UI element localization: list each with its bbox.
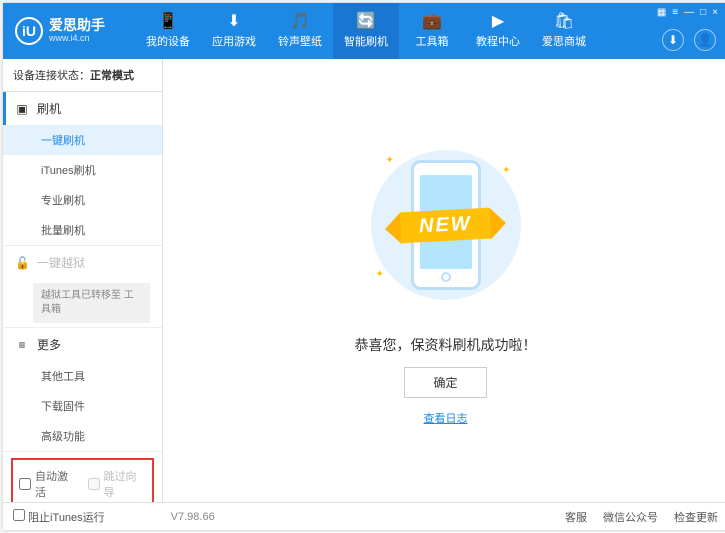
sidebar-item-advanced[interactable]: 高级功能 (3, 421, 162, 451)
skip-guide-checkbox[interactable]: 跳过向导 (88, 468, 147, 500)
app-logo: iU 爱思助手 www.i4.cn (15, 17, 105, 45)
nav-flash[interactable]: 🔄智能刷机 (333, 3, 399, 59)
user-button[interactable]: 👤 (694, 29, 716, 51)
version-label: V7.98.66 (171, 511, 215, 523)
refresh-icon: 🔄 (356, 14, 376, 30)
options-highlight-box: 自动激活 跳过向导 (11, 458, 154, 502)
app-url: www.i4.cn (49, 34, 105, 44)
success-message: 恭喜您，保资料刷机成功啦！ (355, 335, 537, 355)
new-ribbon: NEW (400, 207, 490, 243)
nav-my-device[interactable]: 📱我的设备 (135, 3, 201, 59)
store-icon: 🛍 (554, 14, 574, 30)
view-log-link[interactable]: 查看日志 (424, 410, 468, 426)
success-illustration: NEW ✦ ✦ ✦ (356, 135, 536, 315)
main-content: NEW ✦ ✦ ✦ 恭喜您，保资料刷机成功啦！ 确定 查看日志 (163, 59, 725, 502)
lock-icon: 🔓 (15, 256, 29, 270)
footer-update[interactable]: 检查更新 (674, 509, 718, 525)
play-icon: ▶ (492, 14, 504, 30)
jailbreak-note: 越狱工具已转移至 工具箱 (33, 283, 150, 323)
connection-status: 设备连接状态：正常模式 (3, 59, 162, 92)
footer: 阻止iTunes运行 V7.98.66 客服 微信公众号 检查更新 (3, 502, 725, 530)
confirm-button[interactable]: 确定 (404, 367, 486, 398)
sidebar-item-other[interactable]: 其他工具 (3, 361, 162, 391)
download-button[interactable]: ⬇ (662, 29, 684, 51)
sidebar-item-firmware[interactable]: 下载固件 (3, 391, 162, 421)
nav-tutorials[interactable]: ▶教程中心 (465, 3, 531, 59)
sidebar-item-oneclick[interactable]: 一键刷机 (3, 125, 162, 155)
nav-toolbox[interactable]: 💼工具箱 (399, 3, 465, 59)
sidebar-item-batch[interactable]: 批量刷机 (3, 215, 162, 245)
nav-ringtones[interactable]: 🎵铃声壁纸 (267, 3, 333, 59)
block-itunes-checkbox[interactable]: 阻止iTunes运行 (13, 509, 105, 525)
window-controls: ▦ ≡ — □ × (657, 7, 718, 18)
nav-apps[interactable]: ⬇应用游戏 (201, 3, 267, 59)
app-name: 爱思助手 (49, 18, 105, 33)
menu-icon: ≡ (15, 338, 29, 352)
titlebar: iU 爱思助手 www.i4.cn 📱我的设备 ⬇应用游戏 🎵铃声壁纸 🔄智能刷… (3, 3, 725, 59)
settings-button[interactable]: ≡ (672, 7, 678, 18)
sidebar-jailbreak-header[interactable]: 🔓 一键越狱 (3, 246, 162, 279)
sidebar-item-pro[interactable]: 专业刷机 (3, 185, 162, 215)
footer-support[interactable]: 客服 (565, 509, 587, 525)
close-button[interactable]: × (712, 7, 718, 18)
main-nav: 📱我的设备 ⬇应用游戏 🎵铃声壁纸 🔄智能刷机 💼工具箱 ▶教程中心 🛍爱思商城 (135, 3, 597, 59)
minimize-button[interactable]: — (684, 7, 694, 18)
music-icon: 🎵 (290, 14, 310, 30)
sidebar: 设备连接状态：正常模式 ▣ 刷机 一键刷机 iTunes刷机 专业刷机 批量刷机… (3, 59, 163, 502)
sidebar-flash-header[interactable]: ▣ 刷机 (3, 92, 162, 125)
auto-activate-checkbox[interactable]: 自动激活 (19, 468, 78, 500)
nav-store[interactable]: 🛍爱思商城 (531, 3, 597, 59)
toolbox-icon: 💼 (422, 14, 442, 30)
logo-icon: iU (15, 17, 43, 45)
maximize-button[interactable]: □ (700, 7, 706, 18)
menu-button[interactable]: ▦ (657, 7, 666, 18)
sidebar-more-header[interactable]: ≡ 更多 (3, 328, 162, 361)
apps-icon: ⬇ (227, 14, 240, 30)
footer-wechat[interactable]: 微信公众号 (603, 509, 658, 525)
device-icon: 📱 (158, 14, 178, 30)
flash-icon: ▣ (15, 102, 29, 116)
sidebar-item-itunes[interactable]: iTunes刷机 (3, 155, 162, 185)
